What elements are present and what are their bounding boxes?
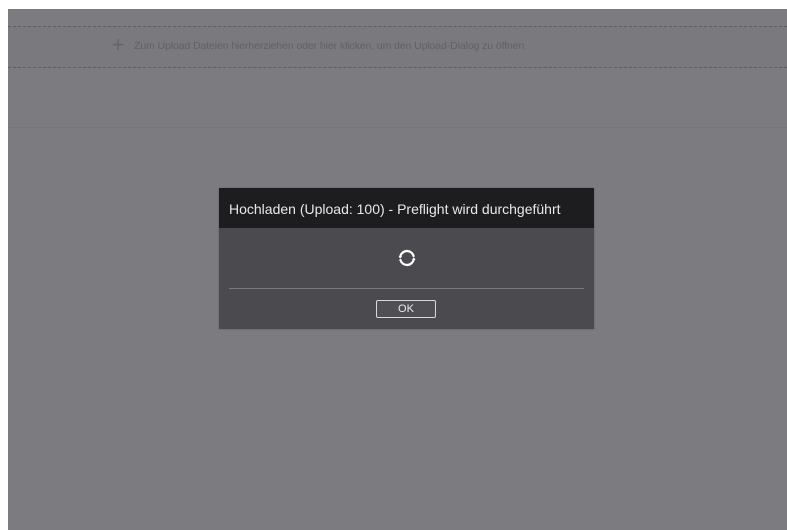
dialog-divider [229, 288, 584, 289]
dialog-header: Hochladen (Upload: 100) - Preflight wird… [219, 188, 594, 228]
upload-dialog: Hochladen (Upload: 100) - Preflight wird… [219, 188, 594, 329]
refresh-icon [398, 249, 416, 267]
dialog-title: Hochladen (Upload: 100) - Preflight wird… [229, 201, 561, 217]
ok-button[interactable]: OK [376, 300, 436, 318]
upload-dropzone[interactable]: + Zum Upload Dateien hierherziehen oder … [8, 26, 787, 68]
plus-icon: + [111, 32, 125, 57]
dropzone-label: Zum Upload Dateien hierherziehen oder hi… [134, 40, 525, 52]
page-overlay: + Zum Upload Dateien hierherziehen oder … [8, 9, 787, 530]
divider [8, 127, 787, 128]
